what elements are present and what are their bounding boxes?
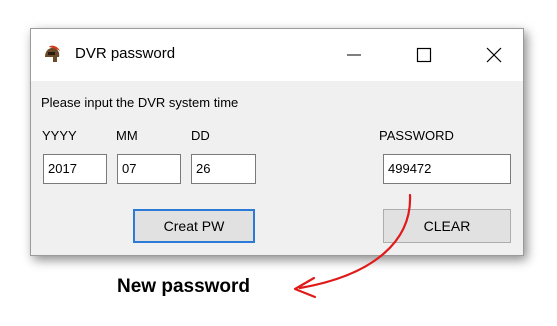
annotation-arrow (293, 193, 412, 299)
new-password-annotation: New password (117, 276, 251, 297)
